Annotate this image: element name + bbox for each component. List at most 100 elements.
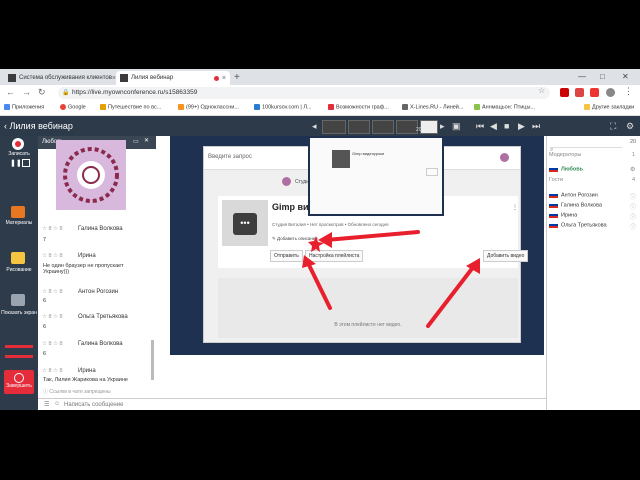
prev-slide-icon[interactable]: ◂ xyxy=(312,121,317,132)
volume-slider[interactable] xyxy=(5,345,33,348)
annotation-overlay xyxy=(302,230,480,328)
stop-record-icon[interactable] xyxy=(22,159,30,167)
share-screen-icon[interactable] xyxy=(11,294,25,306)
avatar-drawing xyxy=(56,140,126,210)
guests-count: 4 xyxy=(632,177,636,183)
participant-row[interactable]: Любовь xyxy=(549,166,583,172)
record-icon[interactable] xyxy=(12,138,24,150)
browser-tab-webinar[interactable]: Лилия вебинар × xyxy=(116,71,230,85)
message-author: Галина Волкова xyxy=(78,341,123,347)
end-label: Завершить xyxy=(6,383,32,389)
letterbox-top xyxy=(0,0,640,69)
info-icon[interactable]: ⓘ xyxy=(630,192,636,201)
participant-row[interactable]: Ирина xyxy=(549,212,577,218)
chat-scrollbar[interactable] xyxy=(151,340,154,380)
arrow-to-add-video xyxy=(426,264,476,328)
materials-icon[interactable] xyxy=(11,206,25,218)
bookmark-item[interactable]: Возможности граф... xyxy=(328,104,389,110)
chat-footer-note: ⓘ Ссылки в чате запрещены xyxy=(43,389,111,395)
arrow-to-description xyxy=(324,230,420,242)
flag-icon xyxy=(549,212,558,218)
extension-icon[interactable] xyxy=(590,88,599,97)
app-header xyxy=(0,116,640,136)
chat-input[interactable]: Написать сообщение xyxy=(64,402,123,408)
message-meta: ☆ 8 ☆ 8 xyxy=(42,226,63,232)
info-icon[interactable]: ⓘ xyxy=(630,202,636,211)
profile-avatar[interactable] xyxy=(606,88,615,97)
menu-icon[interactable]: ⋮ xyxy=(624,86,633,97)
guests-heading: Гости xyxy=(549,177,564,183)
message-meta: ☆ 8 ☆ 8 xyxy=(42,253,63,259)
image-icon[interactable]: ▣ xyxy=(452,121,461,132)
record-label: Записать xyxy=(8,151,30,157)
next-slide-icon[interactable]: ▸ xyxy=(440,121,445,132)
left-toolbar xyxy=(0,136,38,410)
window-close-icon[interactable]: ✕ xyxy=(622,72,629,81)
moderators-heading: Модераторы xyxy=(549,152,582,158)
settings-icon[interactable]: ⚙ xyxy=(626,121,634,132)
extension-icon[interactable] xyxy=(575,88,584,97)
message-author: Галина Волкова xyxy=(78,226,123,232)
participant-search[interactable]: ⌕ xyxy=(550,138,622,153)
prev-icon[interactable]: ◀ xyxy=(490,121,497,132)
tab-title: Система обслуживания клиентов xyxy=(19,75,112,81)
message-text: 6 xyxy=(43,351,47,357)
new-tab-icon[interactable]: + xyxy=(234,72,240,83)
mod-settings-icon[interactable]: ⚙ xyxy=(630,166,635,173)
message-text: Не один браузер не пропускает Украину))) xyxy=(43,263,124,275)
fullscreen-icon[interactable]: ⛶ xyxy=(610,121,616,132)
reload-icon[interactable]: ↻ xyxy=(38,87,46,98)
slide-thumbnail[interactable] xyxy=(322,120,346,134)
forward-icon[interactable]: → xyxy=(22,87,31,97)
share-screen-label: Показать экран xyxy=(1,310,37,316)
participant-row[interactable]: Антон Рогозин xyxy=(549,192,598,198)
chat-close-icon[interactable]: ✕ xyxy=(144,137,149,144)
slide-thumbnail[interactable] xyxy=(372,120,394,134)
close-icon[interactable]: × xyxy=(222,75,226,82)
emoji-icon[interactable]: ☺ xyxy=(54,401,60,407)
star-icon[interactable]: ☆ xyxy=(538,86,545,95)
bookmark-item[interactable]: Аннмацьон: Птицы... xyxy=(474,104,535,110)
message-meta: ☆ 8 ☆ 8 xyxy=(42,341,63,347)
favicon-icon xyxy=(120,74,128,82)
bookmark-item[interactable]: Другие закладки xyxy=(584,104,634,110)
extension-icon[interactable] xyxy=(560,88,569,97)
slide-thumbnail[interactable] xyxy=(396,120,418,134)
stop-icon[interactable]: ■ xyxy=(504,121,509,131)
back-icon[interactable]: ← xyxy=(6,87,15,97)
tab-title: Лилия вебинар xyxy=(131,75,174,81)
maximize-icon[interactable]: □ xyxy=(600,72,605,81)
info-icon[interactable]: ⓘ xyxy=(630,222,636,231)
arrow-to-settings xyxy=(306,261,332,310)
info-icon[interactable]: ⓘ xyxy=(630,212,636,221)
drawing-icon[interactable] xyxy=(11,252,25,264)
next-icon[interactable]: ▶ xyxy=(518,121,525,132)
address-bar[interactable]: 🔒 https://live.myownconference.ru/s15863… xyxy=(58,87,550,99)
end-webinar-button[interactable]: Завершить xyxy=(4,370,34,394)
pause-icon[interactable]: ❚❚ xyxy=(10,159,22,167)
bookmark-item[interactable]: Приложения xyxy=(4,104,44,110)
message-meta: ☆ 8 ☆ 8 xyxy=(42,289,63,295)
chat-minimize-icon[interactable]: ▭ xyxy=(133,138,139,145)
bookmark-item[interactable]: Путешествие по вс... xyxy=(100,104,161,110)
browser-tab-crm[interactable]: Система обслуживания клиентов × xyxy=(4,71,116,85)
participant-row[interactable]: Галина Волкова xyxy=(549,202,602,208)
participant-total: 20 xyxy=(630,139,637,145)
message-author: Антон Рогозин xyxy=(78,289,119,295)
slide-thumbnail-current[interactable] xyxy=(420,120,438,134)
first-slide-icon[interactable]: ⏮ xyxy=(476,121,484,132)
lock-icon: 🔒 xyxy=(62,90,70,96)
participant-row[interactable]: Ольга Третьякова xyxy=(549,222,607,228)
bookmark-item[interactable]: X-Lines.RU - Линей... xyxy=(402,104,463,110)
message-meta: ☆ 8 ☆ 8 xyxy=(42,314,63,320)
mic-slider[interactable] xyxy=(5,355,33,358)
bookmark-item[interactable]: (99+) Одноклассни... xyxy=(178,104,239,110)
minimize-icon[interactable]: — xyxy=(578,72,586,81)
slide-thumbnail[interactable] xyxy=(348,120,370,134)
webinar-title: ‹ Лилия вебинар xyxy=(4,121,73,131)
chat-menu-icon[interactable]: ☰ xyxy=(44,401,49,408)
bookmark-item[interactable]: 100kursov.com | Л... xyxy=(254,104,312,110)
message-meta: ☆ 8 ☆ 8 xyxy=(42,368,63,374)
bookmark-item[interactable]: Google xyxy=(60,104,86,110)
last-slide-icon[interactable]: ⏭ xyxy=(532,121,540,132)
